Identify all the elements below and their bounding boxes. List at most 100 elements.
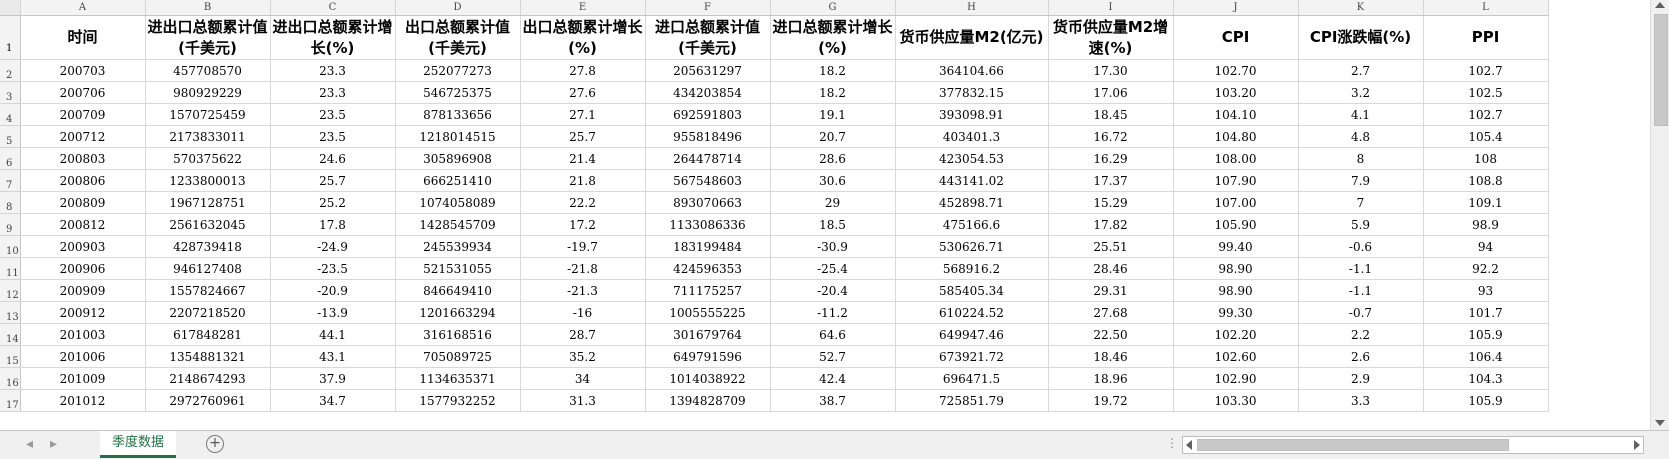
table-cell[interactable]: 17.37 [1048,169,1174,192]
table-cell[interactable]: 16.29 [1048,147,1174,170]
header-cell[interactable]: 进口总额累计值(千美元) [645,15,771,60]
table-cell[interactable]: 301679764 [645,323,771,346]
table-cell[interactable]: 846649410 [395,279,521,302]
header-cell[interactable]: 货币供应量M2增速(%) [1048,15,1174,60]
table-cell[interactable]: 1577932252 [395,389,521,412]
table-cell[interactable]: 1233800013 [145,169,271,192]
table-cell[interactable]: 200906 [20,257,146,280]
table-cell[interactable]: 1201663294 [395,301,521,324]
table-cell[interactable]: 200909 [20,279,146,302]
table-cell[interactable]: 28.6 [770,147,896,170]
column-header[interactable]: C [270,0,396,16]
table-cell[interactable]: 200912 [20,301,146,324]
table-cell[interactable]: 200712 [20,125,146,148]
table-cell[interactable]: 18.5 [770,213,896,236]
table-cell[interactable]: 7.9 [1298,169,1424,192]
table-cell[interactable]: 424596353 [645,257,771,280]
table-cell[interactable]: 1354881321 [145,345,271,368]
header-cell[interactable]: 出口总额累计值(千美元) [395,15,521,60]
table-cell[interactable]: 17.06 [1048,81,1174,104]
prev-sheet-icon[interactable]: ◂ [26,437,33,451]
table-cell[interactable]: 711175257 [645,279,771,302]
column-header[interactable]: A [20,0,146,16]
table-cell[interactable]: 692591803 [645,103,771,126]
row-header[interactable]: 10 [0,235,21,258]
table-cell[interactable]: -30.9 [770,235,896,258]
table-cell[interactable]: 52.7 [770,345,896,368]
table-cell[interactable]: 1134635371 [395,367,521,390]
table-cell[interactable]: 102.70 [1173,59,1299,82]
header-cell[interactable]: 时间 [20,15,146,60]
horizontal-scroll-thumb[interactable] [1197,439,1509,451]
row-header[interactable]: 1 [0,15,21,60]
table-cell[interactable]: 4.1 [1298,103,1424,126]
table-cell[interactable]: 105.90 [1173,213,1299,236]
row-header[interactable]: 3 [0,81,21,104]
header-cell[interactable]: 货币供应量M2(亿元) [895,15,1049,60]
table-cell[interactable]: 21.4 [520,147,646,170]
table-cell[interactable]: 252077273 [395,59,521,82]
table-cell[interactable]: 25.7 [520,125,646,148]
table-cell[interactable]: 29 [770,191,896,214]
table-cell[interactable]: 264478714 [645,147,771,170]
table-cell[interactable]: 666251410 [395,169,521,192]
table-cell[interactable]: -0.7 [1298,301,1424,324]
table-cell[interactable]: 521531055 [395,257,521,280]
table-cell[interactable]: 3.3 [1298,389,1424,412]
table-cell[interactable]: 64.6 [770,323,896,346]
table-cell[interactable]: 955818496 [645,125,771,148]
table-cell[interactable]: 35.2 [520,345,646,368]
table-cell[interactable]: 1570725459 [145,103,271,126]
table-cell[interactable]: 17.2 [520,213,646,236]
scroll-left-icon[interactable] [1186,440,1192,450]
header-cell[interactable]: 进出口总额累计增长(%) [270,15,396,60]
row-header[interactable]: 7 [0,169,21,192]
row-header[interactable]: 17 [0,389,21,412]
table-cell[interactable]: 2.7 [1298,59,1424,82]
table-cell[interactable]: 108.8 [1423,169,1549,192]
table-cell[interactable]: 2.2 [1298,323,1424,346]
add-sheet-icon[interactable]: + [206,435,224,453]
table-cell[interactable]: 5.9 [1298,213,1424,236]
scroll-down-icon[interactable] [1655,420,1665,426]
table-cell[interactable]: 475166.6 [895,213,1049,236]
table-cell[interactable]: 18.2 [770,81,896,104]
table-cell[interactable]: 107.90 [1173,169,1299,192]
table-cell[interactable]: 103.20 [1173,81,1299,104]
header-cell[interactable]: 出口总额累计增长(%) [520,15,646,60]
table-cell[interactable]: 43.1 [270,345,396,368]
table-cell[interactable]: 17.8 [270,213,396,236]
select-all-corner[interactable] [0,0,21,16]
row-header[interactable]: 12 [0,279,21,302]
table-cell[interactable]: 434203854 [645,81,771,104]
table-cell[interactable]: 980929229 [145,81,271,104]
sheet-tab-active[interactable]: 季度数据 [100,431,177,458]
table-cell[interactable]: 104.80 [1173,125,1299,148]
vertical-scroll-thumb[interactable] [1654,14,1668,126]
table-cell[interactable]: 105.9 [1423,323,1549,346]
table-cell[interactable]: 183199484 [645,235,771,258]
table-cell[interactable]: 102.7 [1423,103,1549,126]
scroll-up-icon[interactable] [1655,2,1665,8]
table-cell[interactable]: 28.46 [1048,257,1174,280]
table-cell[interactable]: -1.1 [1298,279,1424,302]
table-cell[interactable]: 20.7 [770,125,896,148]
table-cell[interactable]: 403401.3 [895,125,1049,148]
table-cell[interactable]: 673921.72 [895,345,1049,368]
table-cell[interactable]: 393098.91 [895,103,1049,126]
next-sheet-icon[interactable]: ▸ [50,437,57,451]
table-cell[interactable]: 106.4 [1423,345,1549,368]
table-cell[interactable]: 946127408 [145,257,271,280]
row-header[interactable]: 4 [0,103,21,126]
table-cell[interactable]: 34.7 [270,389,396,412]
row-header[interactable]: 5 [0,125,21,148]
table-cell[interactable]: -16 [520,301,646,324]
table-cell[interactable]: 725851.79 [895,389,1049,412]
table-cell[interactable]: 105.9 [1423,389,1549,412]
vertical-scrollbar[interactable] [1650,0,1669,430]
table-cell[interactable]: 101.7 [1423,301,1549,324]
table-cell[interactable]: 37.9 [270,367,396,390]
table-cell[interactable]: 423054.53 [895,147,1049,170]
column-header[interactable]: L [1423,0,1549,16]
header-cell[interactable]: PPI [1423,15,1549,60]
